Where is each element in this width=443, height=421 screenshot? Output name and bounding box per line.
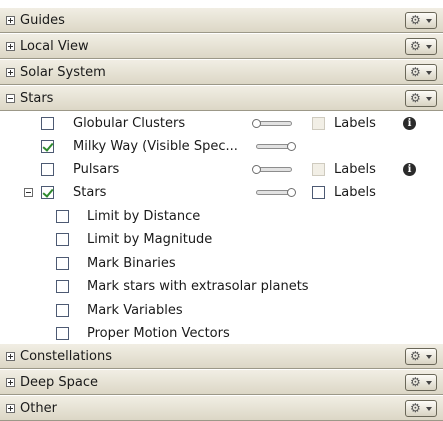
- slider-knob[interactable]: [252, 119, 261, 128]
- section-options-button[interactable]: ⚙: [405, 348, 437, 365]
- layers-panel: Guides ⚙ Local View ⚙ Solar System ⚙ Sta…: [0, 0, 443, 421]
- layer-checkbox[interactable]: [41, 186, 54, 199]
- section-header-other[interactable]: Other ⚙: [0, 395, 443, 421]
- opacity-slider[interactable]: [252, 119, 296, 128]
- section-options-button[interactable]: ⚙: [405, 400, 437, 417]
- slider-knob[interactable]: [287, 142, 296, 151]
- section-options-button[interactable]: ⚙: [405, 90, 437, 107]
- labels-checkbox[interactable]: [312, 186, 325, 199]
- sublayer-checkbox[interactable]: [56, 210, 69, 223]
- opacity-slider[interactable]: [252, 142, 296, 151]
- layer-label: Globular Clusters: [73, 116, 186, 131]
- section-title: Deep Space: [20, 375, 99, 390]
- collapse-icon[interactable]: [6, 94, 15, 103]
- sublayer-row-mark-binaries: Mark Binaries: [0, 252, 443, 275]
- info-icon[interactable]: i: [403, 163, 416, 176]
- chevron-down-icon: [426, 355, 432, 359]
- layer-row-globular-clusters: Globular Clusters Labels i: [0, 112, 443, 135]
- layer-label: Milky Way (Visible Spec...: [73, 139, 238, 154]
- section-title: Other: [20, 401, 57, 416]
- gear-icon: ⚙: [410, 13, 421, 27]
- layer-row-stars: Stars Labels: [0, 181, 443, 204]
- sublayer-checkbox[interactable]: [56, 327, 69, 340]
- collapse-icon[interactable]: [24, 188, 33, 197]
- slider-knob[interactable]: [287, 188, 296, 197]
- chevron-down-icon: [426, 407, 432, 411]
- labels-label: Labels: [334, 162, 376, 177]
- sublayer-row-limit-by-magnitude: Limit by Magnitude: [0, 228, 443, 251]
- sublayer-label: Limit by Magnitude: [87, 232, 213, 247]
- expand-icon[interactable]: [6, 404, 15, 413]
- section-title: Guides: [20, 13, 65, 28]
- info-icon[interactable]: i: [403, 117, 416, 130]
- gear-icon: ⚙: [410, 91, 421, 105]
- opacity-slider[interactable]: [252, 165, 296, 174]
- section-header-local-view[interactable]: Local View ⚙: [0, 33, 443, 59]
- expand-icon[interactable]: [6, 16, 15, 25]
- sublayer-label: Proper Motion Vectors: [87, 326, 230, 341]
- labels-checkbox[interactable]: [312, 117, 325, 130]
- sublayer-label: Mark Variables: [87, 303, 183, 318]
- layer-checkbox[interactable]: [41, 140, 54, 153]
- section-title: Stars: [20, 91, 54, 106]
- gear-icon: ⚙: [410, 349, 421, 363]
- gear-icon: ⚙: [410, 401, 421, 415]
- section-header-constellations[interactable]: Constellations ⚙: [0, 343, 443, 369]
- opacity-slider[interactable]: [252, 188, 296, 197]
- sublayer-row-limit-by-distance: Limit by Distance: [0, 205, 443, 228]
- section-title: Solar System: [20, 65, 106, 80]
- gear-icon: ⚙: [410, 375, 421, 389]
- section-title: Local View: [20, 39, 89, 54]
- labels-label: Labels: [334, 116, 376, 131]
- sublayer-checkbox[interactable]: [56, 304, 69, 317]
- slider-track: [256, 167, 292, 172]
- section-header-stars[interactable]: Stars ⚙: [0, 85, 443, 111]
- gear-icon: ⚙: [410, 65, 421, 79]
- section-options-button[interactable]: ⚙: [405, 374, 437, 391]
- minus-icon: [25, 189, 32, 196]
- gear-icon: ⚙: [410, 39, 421, 53]
- sublayer-row-mark-variables: Mark Variables: [0, 299, 443, 322]
- layer-row-pulsars: Pulsars Labels i: [0, 158, 443, 181]
- layer-checkbox[interactable]: [41, 163, 54, 176]
- chevron-down-icon: [426, 19, 432, 23]
- section-title: Constellations: [20, 349, 113, 364]
- sublayer-checkbox[interactable]: [56, 233, 69, 246]
- labels-label: Labels: [334, 185, 376, 200]
- expand-icon[interactable]: [6, 378, 15, 387]
- section-header-guides[interactable]: Guides ⚙: [0, 7, 443, 33]
- section-options-button[interactable]: ⚙: [405, 38, 437, 55]
- sublayer-row-proper-motion: Proper Motion Vectors: [0, 322, 443, 345]
- section-header-deep-space[interactable]: Deep Space ⚙: [0, 369, 443, 395]
- section-options-button[interactable]: ⚙: [405, 64, 437, 81]
- sublayer-label: Mark Binaries: [87, 256, 176, 271]
- chevron-down-icon: [426, 381, 432, 385]
- sublayer-checkbox[interactable]: [56, 280, 69, 293]
- labels-checkbox[interactable]: [312, 163, 325, 176]
- section-options-button[interactable]: ⚙: [405, 12, 437, 29]
- sublayer-checkbox[interactable]: [56, 257, 69, 270]
- slider-knob[interactable]: [252, 165, 261, 174]
- chevron-down-icon: [426, 97, 432, 101]
- layer-label: Stars: [73, 185, 107, 200]
- expand-icon[interactable]: [6, 42, 15, 51]
- slider-track: [256, 121, 292, 126]
- expand-icon[interactable]: [6, 352, 15, 361]
- layer-label: Pulsars: [73, 162, 120, 177]
- expand-icon[interactable]: [6, 68, 15, 77]
- chevron-down-icon: [426, 71, 432, 75]
- sublayer-row-mark-extrasolar: Mark stars with extrasolar planets: [0, 275, 443, 298]
- section-header-solar-system[interactable]: Solar System ⚙: [0, 59, 443, 85]
- sublayer-label: Mark stars with extrasolar planets: [87, 279, 309, 294]
- chevron-down-icon: [426, 45, 432, 49]
- layer-row-milky-way: Milky Way (Visible Spec...: [0, 135, 443, 158]
- sublayer-label: Limit by Distance: [87, 209, 201, 224]
- layer-checkbox[interactable]: [41, 117, 54, 130]
